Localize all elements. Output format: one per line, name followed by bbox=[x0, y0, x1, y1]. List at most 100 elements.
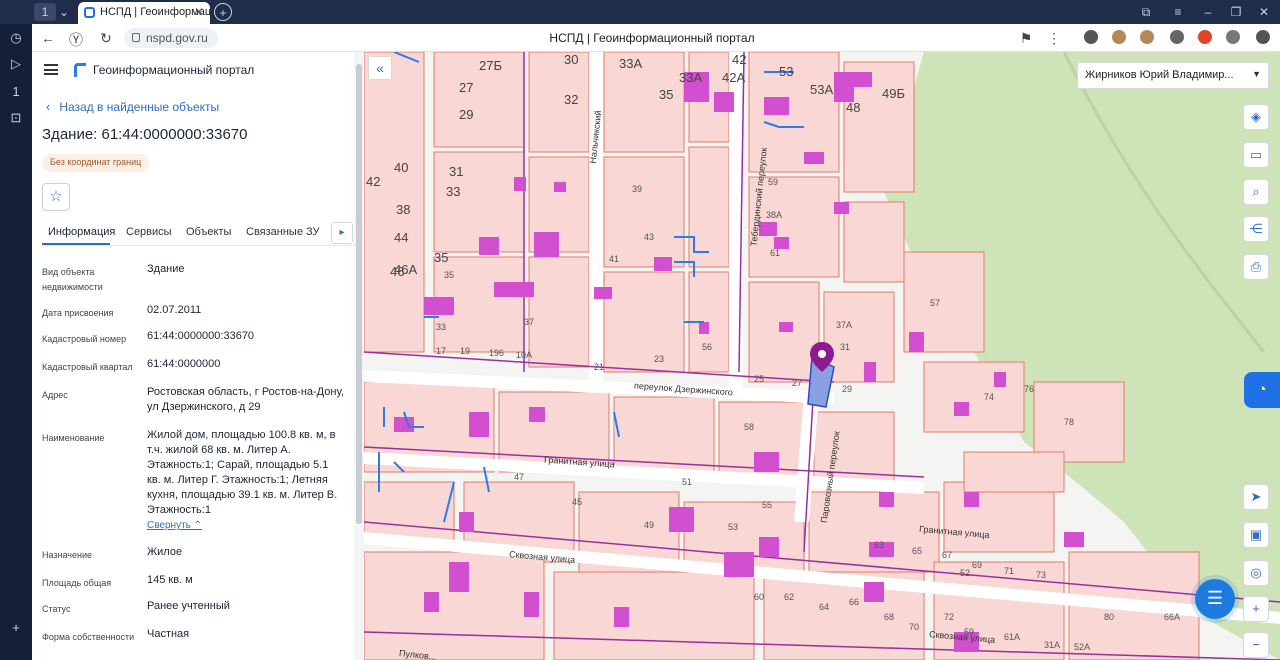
browser-tab[interactable]: НСПД | Геоинформационный портал ✕ bbox=[78, 2, 210, 24]
close-window-icon[interactable]: ✕ bbox=[1256, 3, 1272, 21]
extension-icon[interactable] bbox=[1112, 30, 1126, 44]
extension-icon[interactable] bbox=[1170, 30, 1184, 44]
tabs-icon[interactable]: ⊡ bbox=[8, 110, 24, 126]
zoom-in-button[interactable]: + bbox=[1243, 596, 1269, 622]
minimap-button[interactable]: ▣ bbox=[1243, 522, 1269, 548]
parcel-number: 59 bbox=[964, 627, 975, 637]
share-icon: ⋲ bbox=[1249, 221, 1263, 236]
page-title-display: НСПД | Геоинформационный портал bbox=[549, 31, 755, 45]
parcel-number: 196 bbox=[489, 348, 505, 358]
locate-button[interactable]: ◎ bbox=[1243, 560, 1269, 586]
collapse-link[interactable]: Свернуть ⌃ bbox=[147, 520, 202, 531]
ruler-button[interactable]: ▭ bbox=[1243, 142, 1269, 168]
parcel-number: 76 bbox=[1024, 384, 1035, 394]
history-icon[interactable]: ◷ bbox=[8, 30, 24, 46]
parcel-number: 30 bbox=[564, 52, 579, 67]
download-icon[interactable]: ↓ bbox=[1258, 30, 1274, 46]
tab-related-parcels[interactable]: Связанные ЗУ bbox=[246, 226, 320, 238]
plus-icon: + bbox=[1252, 601, 1260, 616]
active-tab-indicator bbox=[42, 243, 110, 245]
parcel-number: 45 bbox=[572, 497, 583, 507]
parcel-number: 59 bbox=[768, 177, 779, 187]
field-value: Жилое bbox=[147, 546, 183, 558]
parcel-number: 48 bbox=[846, 100, 861, 115]
yandex-icon[interactable]: Ⓨ bbox=[68, 30, 84, 50]
extension-icon[interactable] bbox=[1084, 30, 1098, 44]
parcel-number: 42 bbox=[366, 174, 381, 189]
field-label: Статус bbox=[42, 604, 71, 614]
chevron-down-icon[interactable]: ⌄ bbox=[57, 3, 71, 21]
share-button[interactable]: ⋲ bbox=[1243, 216, 1269, 242]
parcel-number: 58 bbox=[744, 422, 755, 432]
tab-bar: 1 ⌄ НСПД | Геоинформационный портал ✕ + … bbox=[0, 0, 1280, 24]
media-icon[interactable]: ▷ bbox=[8, 56, 24, 72]
bookmarks-icon[interactable]: ⧉ bbox=[1138, 3, 1154, 21]
field-label: Адрес bbox=[42, 390, 68, 400]
extension-icon[interactable] bbox=[1198, 30, 1212, 44]
hamburger-menu-icon[interactable] bbox=[44, 64, 58, 75]
parcel-number: 23 bbox=[654, 354, 665, 364]
chat-icon: ☰ bbox=[1206, 588, 1224, 608]
parcel-number: 44 bbox=[394, 230, 409, 245]
navigate-button[interactable]: ➤ bbox=[1243, 484, 1269, 510]
new-tab-button[interactable]: + bbox=[214, 3, 232, 21]
parcel-number: 64 bbox=[819, 602, 830, 612]
parcel-number: 35 bbox=[444, 270, 455, 280]
parcel-number: 33 bbox=[446, 184, 461, 199]
menu-icon[interactable]: ≡ bbox=[1170, 3, 1186, 21]
field-value: 61:44:0000000 bbox=[147, 358, 221, 370]
field-label: Дата присвоения bbox=[42, 308, 114, 318]
parcel-number: 62 bbox=[784, 592, 795, 602]
parcel-number: 35 bbox=[659, 87, 674, 102]
tab-group-button[interactable]: 1 bbox=[34, 3, 56, 21]
more-icon[interactable]: ⋮ bbox=[1046, 30, 1062, 47]
parcel-number: 17 bbox=[436, 346, 447, 356]
parcel-number: 27Б bbox=[479, 58, 502, 73]
parcel-number: 78 bbox=[1064, 417, 1075, 427]
zoom-out-button[interactable]: − bbox=[1243, 632, 1269, 658]
object-title: Здание: 61:44:0000000:33670 bbox=[42, 126, 248, 143]
parcel-number: 29 bbox=[842, 384, 853, 394]
assistant-tab[interactable]: ◔ bbox=[1244, 372, 1280, 408]
back-link[interactable]: ‹ Назад в найденные объекты bbox=[46, 99, 219, 114]
tab-objects[interactable]: Объекты bbox=[186, 226, 231, 238]
area-search-button[interactable]: ⌕ bbox=[1243, 179, 1269, 205]
star-icon: ☆ bbox=[49, 188, 63, 205]
panel-scrollbar[interactable] bbox=[354, 52, 364, 660]
back-arrow-icon[interactable]: ← bbox=[40, 30, 56, 46]
print-button[interactable]: ⎙ bbox=[1243, 254, 1269, 280]
parcel-number: 37А bbox=[836, 320, 853, 330]
os-sidebar: ◉ ◷ ▷ 1 ⊡ + bbox=[0, 0, 32, 660]
chat-button[interactable]: ☰ bbox=[1195, 579, 1235, 619]
parcel-number: 25 bbox=[754, 374, 765, 384]
tab-info[interactable]: Информация bbox=[48, 226, 115, 238]
tabs-scroll-button[interactable]: ▸ bbox=[331, 222, 353, 244]
extension-icon[interactable] bbox=[1226, 30, 1240, 44]
back-link-label: Назад в найденные объекты bbox=[59, 100, 220, 114]
parcel-number: 21 bbox=[594, 362, 605, 372]
tab-services[interactable]: Сервисы bbox=[126, 226, 172, 238]
maximize-icon[interactable]: ❐ bbox=[1228, 3, 1244, 21]
close-tab-icon[interactable]: ✕ bbox=[194, 5, 204, 19]
parcel-number: 33А bbox=[679, 70, 703, 85]
field-label: Наименование bbox=[42, 433, 105, 443]
user-menu[interactable]: Жирников Юрий Владимир... ▼ bbox=[1077, 62, 1269, 89]
user-name: Жирников Юрий Владимир... bbox=[1085, 69, 1234, 81]
one-icon[interactable]: 1 bbox=[8, 84, 24, 100]
parcel-number: 61 bbox=[770, 248, 781, 258]
parcel-number: 33А bbox=[619, 56, 643, 71]
url-field[interactable]: nspd.gov.ru bbox=[124, 28, 218, 48]
collapse-panel-button[interactable]: « bbox=[368, 56, 392, 80]
parcel-number: 52А bbox=[1074, 642, 1091, 652]
reload-icon[interactable]: ↻ bbox=[98, 30, 114, 47]
favorite-button[interactable]: ☆ bbox=[42, 183, 70, 211]
minimize-icon[interactable]: – bbox=[1200, 3, 1216, 21]
scrollbar-thumb[interactable] bbox=[356, 64, 362, 524]
extension-icon[interactable] bbox=[1140, 30, 1154, 44]
field-label: Кадастровый квартал bbox=[42, 362, 133, 372]
cadastral-map[interactable]: переулок Дзержинского Гранитная улица Ск… bbox=[364, 52, 1280, 660]
layers-button[interactable]: ◈ bbox=[1243, 104, 1269, 130]
parcel-number: 57 bbox=[930, 298, 941, 308]
add-icon[interactable]: + bbox=[8, 620, 24, 636]
bookmark-flag-icon[interactable]: ⚑ bbox=[1018, 30, 1034, 47]
